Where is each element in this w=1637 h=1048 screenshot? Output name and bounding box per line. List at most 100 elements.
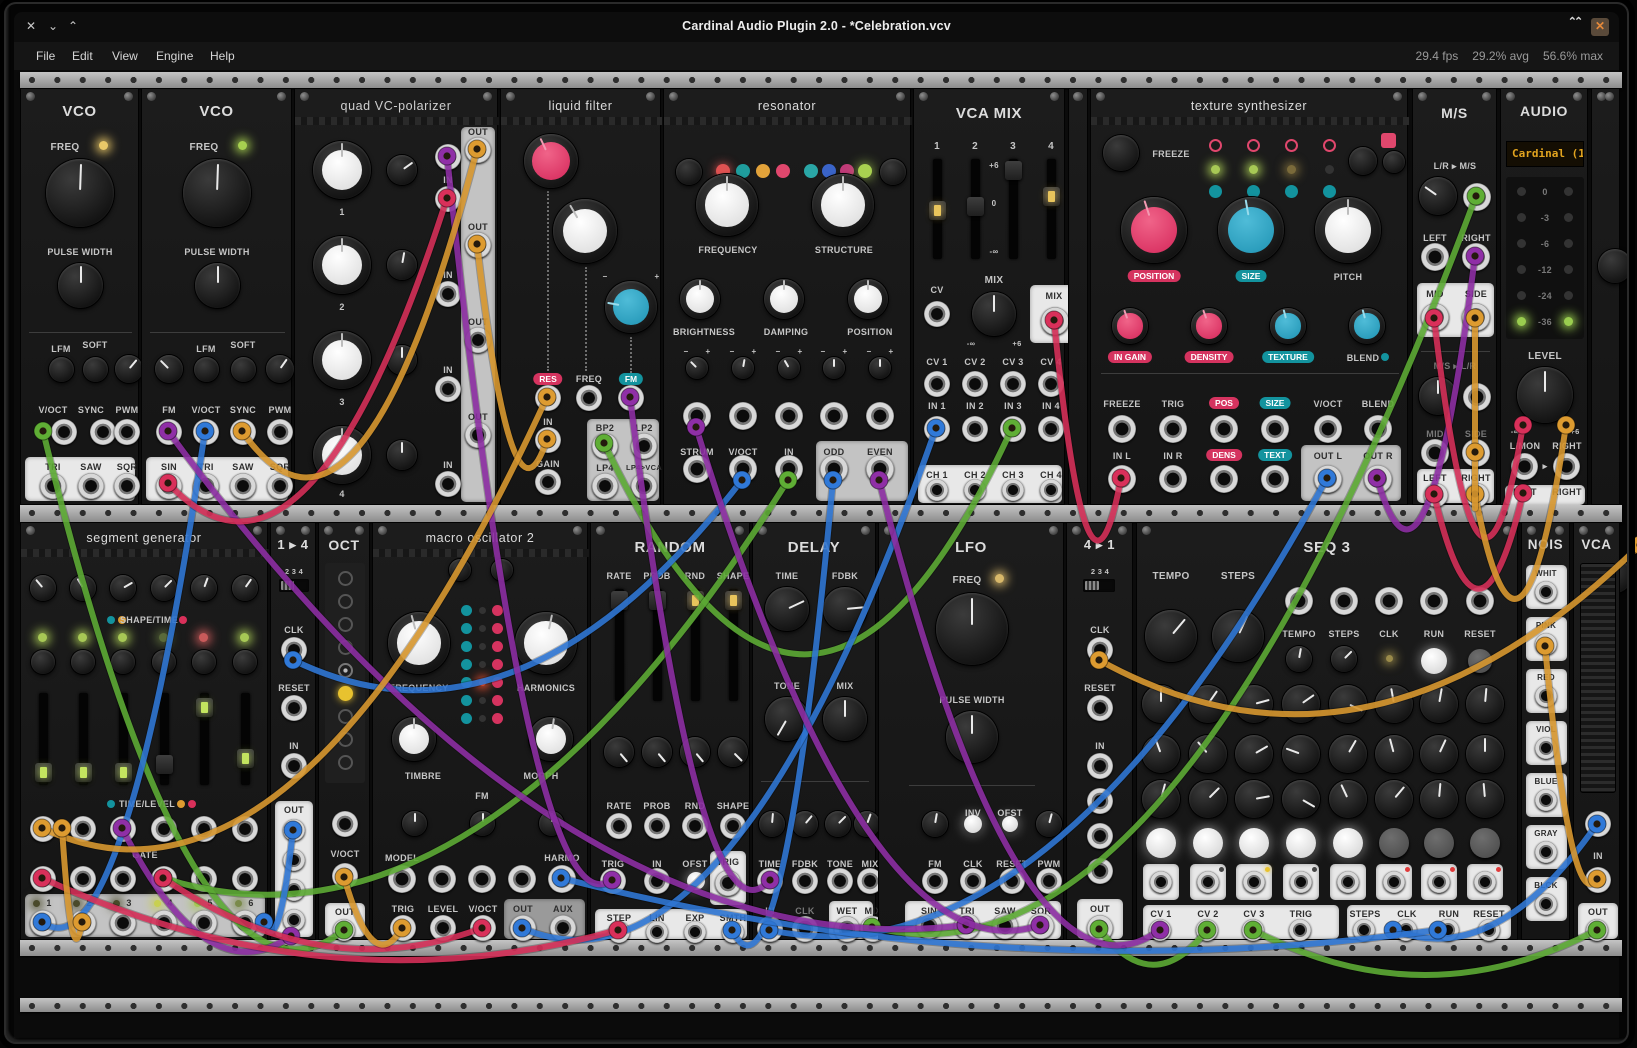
oct-out-jack[interactable] — [333, 919, 355, 941]
seggen-shape-knob-3[interactable] — [110, 575, 136, 601]
vcamix-ch4-out-jack[interactable] — [1040, 479, 1062, 501]
oct-step-6-selected[interactable] — [338, 686, 353, 701]
seq3-gate-jack-7[interactable] — [1428, 871, 1450, 893]
lfo-fm-attn[interactable] — [922, 811, 948, 837]
vco2-sin-out-jack[interactable] — [156, 473, 182, 499]
ms-side-out-jack[interactable] — [1462, 303, 1490, 331]
seq3-step-6[interactable] — [1379, 828, 1409, 858]
ms-dec-jack[interactable] — [1463, 383, 1491, 411]
seq3-cv2-knob-3[interactable] — [1235, 735, 1273, 773]
seggen-shape-knob-4[interactable] — [151, 575, 177, 601]
nois-blck-jack[interactable] — [1535, 893, 1557, 915]
random-in-jack[interactable] — [644, 868, 670, 894]
texture-quality-knob[interactable] — [1349, 147, 1377, 175]
ms-enc-jack[interactable] — [1463, 183, 1491, 211]
seq3-run-out-jack[interactable] — [1437, 919, 1459, 941]
seggen-seg-button-6[interactable] — [233, 650, 257, 674]
audio-right-in-jack[interactable] — [1553, 453, 1580, 480]
seq3-cv1-knob-5[interactable] — [1329, 685, 1367, 723]
seq3-tempo-cv-jack[interactable] — [1285, 587, 1313, 615]
seq3-steps-knob[interactable] — [1212, 610, 1264, 662]
texture-dens-jack[interactable] — [1210, 465, 1238, 493]
vco1-pw-knob[interactable] — [58, 263, 103, 308]
menu-file[interactable]: File — [36, 49, 55, 63]
seq3-cv3-knob-1[interactable] — [1142, 780, 1180, 818]
seggen-tl-jack-5[interactable] — [191, 816, 217, 842]
seq3-cv3-knob-4[interactable] — [1282, 780, 1320, 818]
polarizer-ch1-attn[interactable] — [387, 155, 417, 185]
menu-view[interactable]: View — [112, 49, 138, 63]
random-prob-knob[interactable] — [642, 737, 672, 767]
resonator-mode-knob-right[interactable] — [880, 159, 906, 185]
vco1-sync-jack[interactable] — [90, 419, 116, 445]
polarizer-ch4-in-jack[interactable] — [435, 471, 461, 497]
vco2-soft-button[interactable] — [231, 357, 256, 382]
mo2-morph-attn[interactable] — [539, 811, 564, 836]
audio-level-knob[interactable] — [1517, 367, 1573, 423]
nois-gray-jack[interactable] — [1535, 841, 1557, 863]
seq3-tempo-knob[interactable] — [1145, 610, 1197, 662]
resonator-damping-cv-jack[interactable] — [775, 402, 803, 430]
random-rate-jack[interactable] — [606, 813, 632, 839]
vco2-fm-attn-knob[interactable] — [155, 355, 183, 383]
seq3-cv1-knob-8[interactable] — [1466, 685, 1504, 723]
filter-freq-jack[interactable] — [576, 385, 602, 411]
ms-left-in-jack[interactable] — [1421, 243, 1449, 271]
seq3-tempo-attn[interactable] — [1286, 646, 1312, 672]
random-prob-slider[interactable] — [653, 589, 662, 701]
seq3-cv2-knob-4[interactable] — [1282, 735, 1320, 773]
random-rnd-knob[interactable] — [680, 737, 710, 767]
texture-freeze-jack[interactable] — [1108, 415, 1136, 443]
ms-enc-knob[interactable] — [1419, 177, 1457, 215]
seq3-cv3-knob-3[interactable] — [1235, 780, 1273, 818]
delay-mix-knob[interactable] — [823, 697, 867, 741]
r14-in-jack[interactable] — [281, 753, 307, 779]
oct-cv-jack[interactable] — [332, 811, 358, 837]
mo2-model-jack-1[interactable] — [388, 865, 416, 893]
vcamix-mix-knob[interactable] — [972, 292, 1016, 336]
polarizer-ch4-attn[interactable] — [387, 440, 417, 470]
seq3-cv2-knob-8[interactable] — [1466, 735, 1504, 773]
resonator-structure-cv-jack[interactable] — [820, 402, 848, 430]
lfo-sqr-out-jack[interactable] — [1028, 913, 1054, 939]
filter-lp2-jack[interactable] — [631, 433, 657, 459]
filter-lp4vca-jack[interactable] — [631, 473, 657, 499]
seggen-tl-jack-2[interactable] — [70, 816, 96, 842]
random-shape-knob[interactable] — [718, 737, 748, 767]
ms-right-out-jack[interactable] — [1465, 483, 1489, 507]
resonator-in-jack[interactable] — [775, 455, 803, 483]
seq3-cv2-knob-1[interactable] — [1142, 735, 1180, 773]
lfo-freq-knob[interactable] — [936, 593, 1008, 665]
seggen-out-jack-2[interactable] — [70, 910, 96, 936]
random-trig-in-jack[interactable] — [600, 868, 626, 894]
seq3-cv2-out-jack[interactable] — [1196, 919, 1218, 941]
seggen-seg-button-4[interactable] — [152, 650, 176, 674]
seggen-slider-3[interactable] — [119, 693, 128, 785]
oct-step-3[interactable] — [338, 617, 353, 632]
seggen-out-jack-1[interactable] — [30, 910, 56, 936]
vco1-sqr-out-jack[interactable] — [114, 473, 140, 499]
seq3-cv3-knob-2[interactable] — [1189, 780, 1227, 818]
lfo-saw-out-jack[interactable] — [992, 913, 1018, 939]
texture-ingain-knob[interactable] — [1112, 308, 1148, 344]
polarizer-ch4-out-jack[interactable] — [465, 422, 491, 448]
delay-wet-jack[interactable] — [834, 916, 860, 942]
seq3-cv1-knob-3[interactable] — [1235, 685, 1273, 723]
seq3-reset-out-jack[interactable] — [1478, 919, 1500, 941]
r14-channel-switch[interactable] — [279, 579, 309, 592]
seq3-cv1-knob-4[interactable] — [1282, 685, 1320, 723]
vco1-pwm-jack[interactable] — [114, 419, 140, 445]
seq3-cv2-knob-7[interactable] — [1420, 735, 1458, 773]
seggen-slider-5[interactable] — [200, 693, 209, 785]
resonator-even-out-jack[interactable] — [866, 455, 894, 483]
random-rate-knob[interactable] — [604, 737, 634, 767]
filter-freq-knob[interactable] — [553, 199, 617, 263]
random-rate-slider[interactable] — [615, 589, 624, 701]
mo2-fm-attn[interactable] — [470, 811, 495, 836]
seggen-gate-jack-3[interactable] — [110, 866, 136, 892]
vco2-saw-out-jack[interactable] — [230, 473, 256, 499]
polarizer-ch3-in-jack[interactable] — [435, 376, 461, 402]
vca2-out-jack[interactable] — [1586, 919, 1608, 941]
mo2-trig-jack[interactable] — [390, 915, 416, 941]
seggen-gate-jack-2[interactable] — [70, 866, 96, 892]
